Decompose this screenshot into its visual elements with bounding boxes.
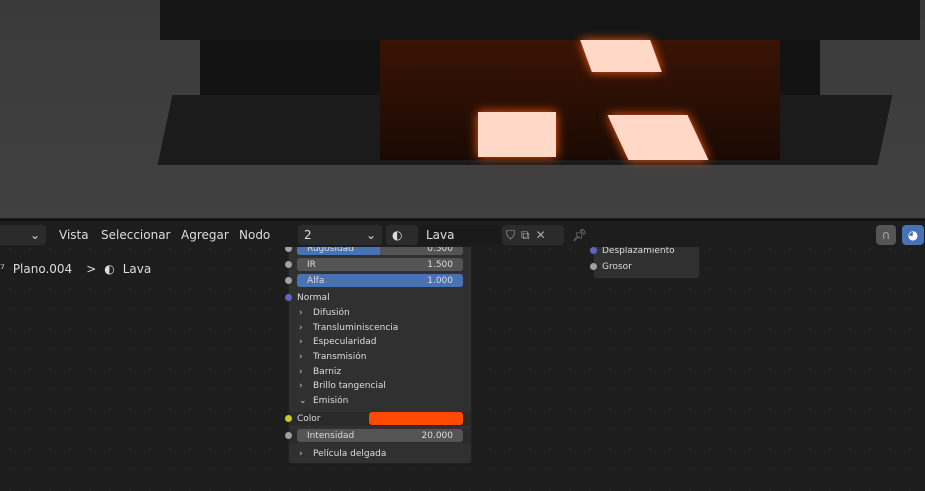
editor-type-dropdown[interactable]: ⌄ xyxy=(0,225,46,245)
panel-label: Brillo tangencial xyxy=(313,381,386,391)
socket-label: Grosor xyxy=(602,262,632,272)
material-sphere-icon: ◐ xyxy=(392,228,403,242)
panel-label: Emisión xyxy=(313,396,349,406)
field-value: 20.000 xyxy=(421,431,454,441)
breadcrumb-material: Lava xyxy=(122,262,152,276)
slot-value: 2 xyxy=(304,228,312,242)
emission-color-row[interactable]: Color xyxy=(285,412,471,426)
panel-barniz[interactable]: › Barniz xyxy=(289,365,471,379)
alfa-row[interactable]: Alfa 1.000 xyxy=(285,274,471,288)
panel-label: Película delgada xyxy=(313,449,387,459)
grosor-socket: Grosor xyxy=(590,260,699,274)
3d-viewport[interactable] xyxy=(0,0,925,218)
menu-vista[interactable]: Vista xyxy=(59,225,89,245)
chevron-right-icon: › xyxy=(299,449,303,459)
breadcrumb-object: Plano.004 xyxy=(12,262,73,276)
panel-transluminiscencia[interactable]: › Transluminiscencia xyxy=(289,321,471,335)
menu-nodo[interactable]: Nodo xyxy=(239,225,270,245)
field-label: IR xyxy=(307,260,316,270)
field-label: Intensidad xyxy=(307,431,355,441)
emission-color-swatch[interactable] xyxy=(369,412,463,425)
chevron-right-icon: › xyxy=(299,323,303,333)
socket-label: Normal xyxy=(297,293,330,303)
panel-label: Transluminiscencia xyxy=(313,323,399,333)
fake-user-shield-icon[interactable]: ⛉ xyxy=(506,225,515,245)
menu-agregar[interactable]: Agregar xyxy=(181,225,229,245)
panel-label: Barniz xyxy=(313,367,342,377)
material-name-field[interactable]: Lava xyxy=(419,225,501,245)
chevron-down-icon: ⌄ xyxy=(299,396,307,406)
close-icon[interactable]: ✕ xyxy=(536,225,546,245)
chevron-down-icon: ⌄ xyxy=(365,228,376,242)
field-value: 1.000 xyxy=(427,276,453,286)
overlay-icon[interactable]: ◕ xyxy=(902,225,924,245)
chevron-right-icon: › xyxy=(299,367,303,377)
panel-difusion[interactable]: › Difusión xyxy=(289,306,471,320)
chevron-right-icon: › xyxy=(299,352,303,362)
panel-pelicula-delgada[interactable]: › Película delgada xyxy=(289,447,471,461)
menu-seleccionar[interactable]: Seleccionar xyxy=(101,225,170,245)
field-label: Alfa xyxy=(307,276,325,286)
chevron-right-icon: › xyxy=(299,381,303,391)
ir-row[interactable]: IR 1.500 xyxy=(285,258,471,272)
principled-bsdf-node[interactable]: Rugosidad 0.500 IR 1.500 Alfa 1.000 Normal … xyxy=(285,236,472,464)
panel-label: Transmisión xyxy=(313,352,367,362)
field-value: 1.500 xyxy=(427,260,453,270)
panel-especularidad[interactable]: › Especularidad xyxy=(289,335,471,349)
panel-label: Especularidad xyxy=(313,337,377,347)
socket-label: Color xyxy=(297,414,321,424)
panel-brillo-tangencial[interactable]: › Brillo tangencial xyxy=(289,379,471,393)
node-editor-header: ⌄ Vista Seleccionar Agregar Nodo 2 ⌄ ◐ La… xyxy=(0,219,925,247)
material-browse-button[interactable]: ◐ xyxy=(386,225,418,245)
breadcrumb-separator: > xyxy=(86,262,97,276)
breadcrumb: ⁷ Plano.004 > ◐ Lava xyxy=(0,262,151,276)
panel-emision[interactable]: ⌄ Emisión xyxy=(289,394,471,408)
slot-dropdown[interactable]: 2 ⌄ xyxy=(298,225,382,245)
intensidad-row[interactable]: Intensidad 20.000 xyxy=(285,429,471,443)
snap-icon[interactable]: ∩ xyxy=(876,225,896,245)
object-icon: ⁷ xyxy=(0,262,5,276)
chevron-right-icon: › xyxy=(299,337,303,347)
chevron-right-icon: › xyxy=(299,308,303,318)
duplicate-icon[interactable]: ⧉ xyxy=(521,225,530,245)
panel-transmision[interactable]: › Transmisión xyxy=(289,350,471,364)
material-sphere-icon: ◐ xyxy=(104,262,115,276)
chevron-down-icon: ⌄ xyxy=(29,228,40,242)
panel-label: Difusión xyxy=(313,308,350,318)
pin-icon[interactable]: 📌︎ xyxy=(572,225,587,245)
normal-socket: Normal xyxy=(285,291,471,305)
